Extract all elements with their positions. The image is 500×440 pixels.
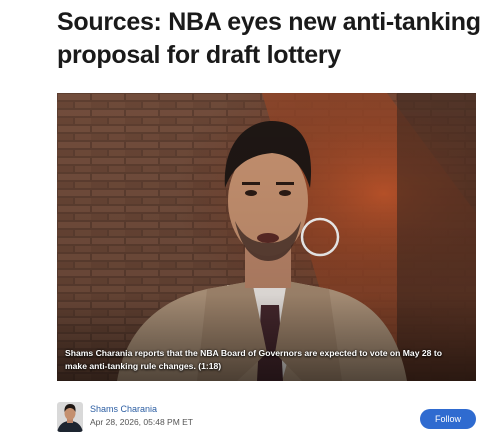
publish-date: Apr 28, 2026, 05:48 PM ET [90,417,194,427]
video-player[interactable]: Shams Charania reports that the NBA Boar… [57,93,476,381]
article-headline: Sources: NBA eyes new anti-tanking propo… [57,8,481,69]
video-caption: Shams Charania reports that the NBA Boar… [65,348,442,371]
author-avatar[interactable] [57,402,83,432]
byline: Shams Charania Apr 28, 2026, 05:48 PM ET… [57,402,477,438]
author-name-link[interactable]: Shams Charania [90,404,157,414]
follow-button[interactable]: Follow [420,409,476,429]
video-thumbnail [57,93,476,381]
